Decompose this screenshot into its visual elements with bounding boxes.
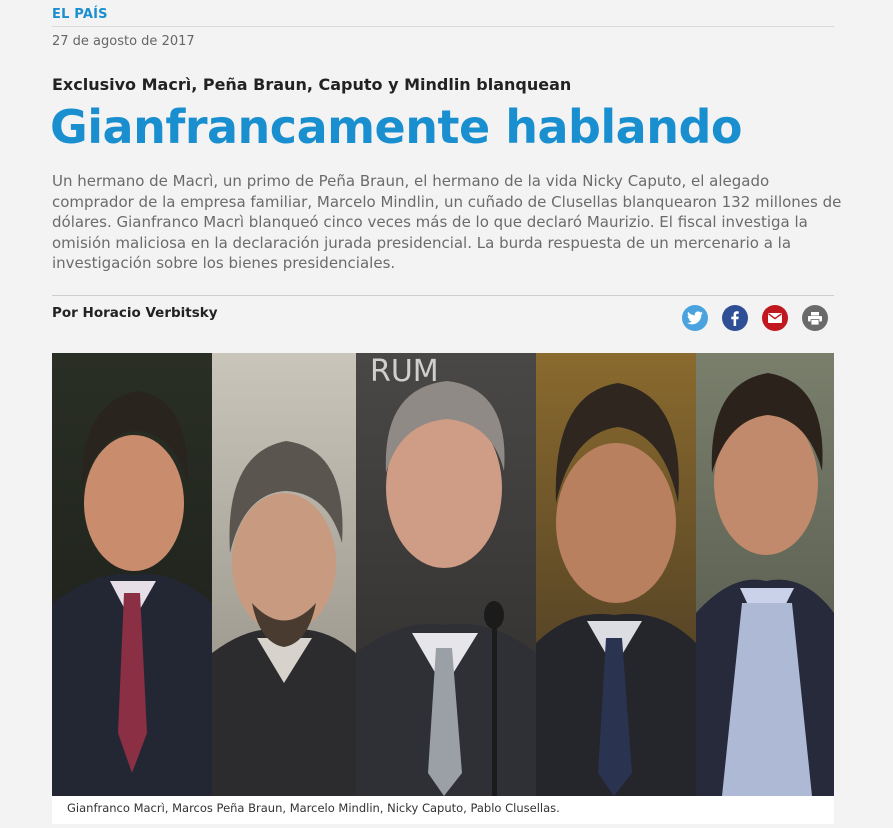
twitter-share-button[interactable] bbox=[682, 305, 708, 331]
photo-caption: Gianfranco Macrì, Marcos Peña Braun, Mar… bbox=[67, 801, 560, 815]
headline: Gianfrancamente hablando bbox=[50, 100, 743, 154]
mail-share-button[interactable] bbox=[762, 305, 788, 331]
portrait-4 bbox=[536, 353, 696, 796]
article-photo: RUM bbox=[52, 353, 834, 796]
twitter-icon bbox=[687, 311, 703, 325]
byline-divider bbox=[52, 295, 834, 296]
kicker: Exclusivo Macrì, Peña Braun, Caputo y Mi… bbox=[52, 75, 572, 94]
backdrop-text: RUM bbox=[370, 354, 439, 389]
portraits-collage: RUM bbox=[52, 353, 834, 796]
print-icon bbox=[808, 311, 822, 325]
portrait-3: RUM bbox=[356, 353, 536, 796]
facebook-icon bbox=[731, 310, 739, 326]
portrait-5 bbox=[696, 353, 834, 796]
section-link[interactable]: EL PAÍS bbox=[52, 7, 108, 22]
mail-icon bbox=[768, 313, 782, 323]
print-button[interactable] bbox=[802, 305, 828, 331]
caption-bar: Gianfranco Macrì, Marcos Peña Braun, Mar… bbox=[52, 796, 834, 824]
facebook-share-button[interactable] bbox=[722, 305, 748, 331]
summary: Un hermano de Macrì, un primo de Peña Br… bbox=[52, 172, 842, 272]
portrait-2 bbox=[212, 353, 356, 796]
publish-date: 27 de agosto de 2017 bbox=[52, 34, 195, 49]
portrait-1 bbox=[52, 353, 212, 796]
top-divider bbox=[52, 0, 834, 27]
byline[interactable]: Por Horacio Verbitsky bbox=[52, 305, 218, 321]
